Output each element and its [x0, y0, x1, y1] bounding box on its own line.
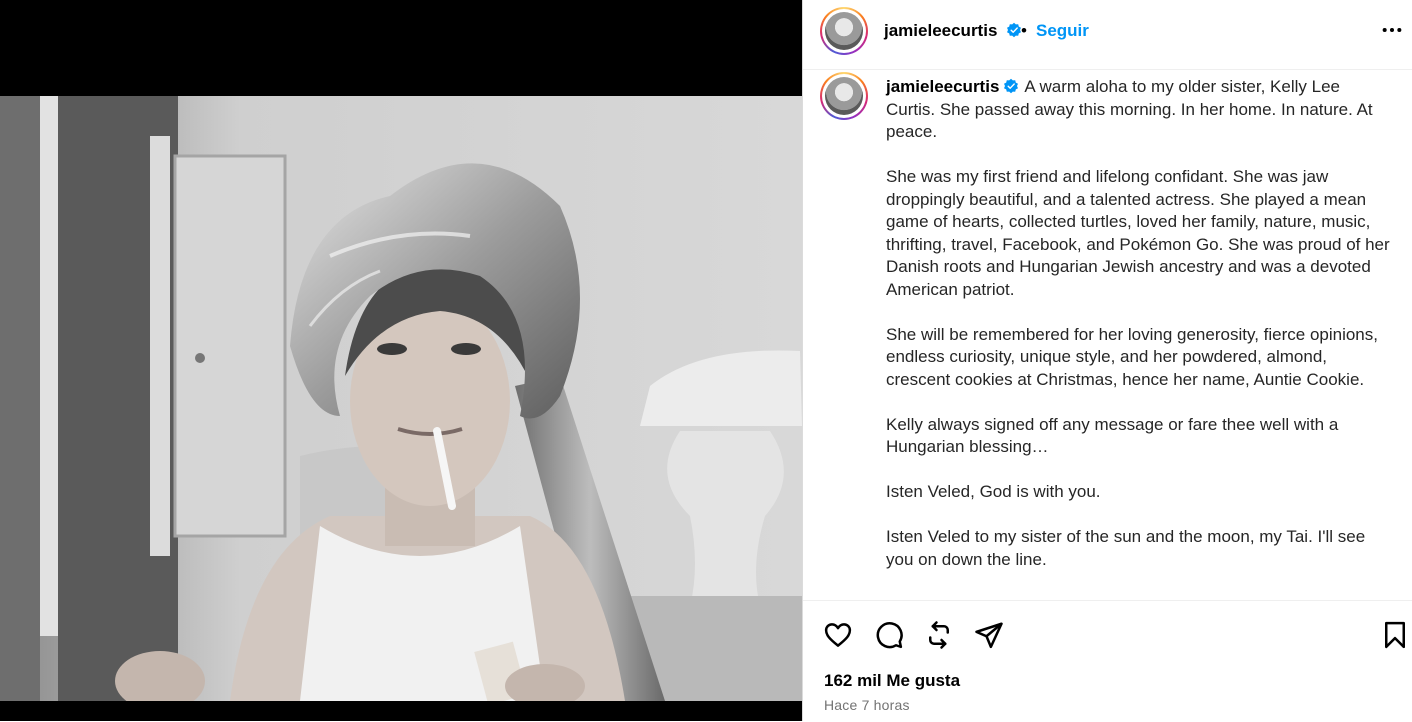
header-separator: •	[1021, 21, 1027, 40]
caption-paragraph: Isten Veled to my sister of the sun and …	[886, 527, 1366, 569]
post-media	[0, 0, 802, 721]
post-timestamp[interactable]: Hace 7 horas	[824, 697, 910, 713]
repost-button[interactable]	[924, 620, 954, 650]
avatar-photo	[825, 12, 863, 50]
comment-icon	[876, 622, 903, 649]
post-sidebar: jamieleecurtis • Seguir jamieleecurtis A…	[802, 0, 1412, 721]
caption-paragraph: She will be remembered for her loving ge…	[886, 324, 1378, 389]
post-caption: jamieleecurtis A warm aloha to my older …	[886, 76, 1391, 594]
share-button[interactable]	[974, 620, 1004, 650]
more-options-button[interactable]	[1381, 18, 1403, 42]
bookmark-icon	[1385, 621, 1405, 649]
like-button[interactable]	[823, 620, 853, 650]
photo-illustration	[0, 96, 802, 701]
post-actions: 162 mil Me gusta Hace 7 horas	[803, 600, 1412, 722]
verified-badge-icon	[1007, 22, 1022, 38]
post-header: jamieleecurtis • Seguir	[803, 0, 1412, 70]
repost-icon	[929, 621, 949, 649]
author-username-text[interactable]: jamieleecurtis	[884, 21, 997, 40]
follow-button[interactable]: Seguir	[1036, 21, 1089, 41]
caption-paragraph: Isten Veled, God is with you.	[886, 482, 1101, 501]
caption-paragraph: She was my first friend and lifelong con…	[886, 167, 1390, 299]
caption-author-avatar[interactable]	[820, 72, 868, 120]
avatar-photo	[825, 77, 863, 115]
post-photo[interactable]	[0, 96, 802, 701]
save-button[interactable]	[1380, 620, 1410, 650]
caption-section: jamieleecurtis A warm aloha to my older …	[803, 70, 1412, 600]
caption-paragraph: jamieleecurtis A warm aloha to my older …	[886, 76, 1391, 144]
author-username[interactable]: jamieleecurtis	[884, 21, 1022, 41]
likes-count[interactable]: 162 mil Me gusta	[824, 671, 960, 691]
author-avatar[interactable]	[820, 7, 868, 55]
caption-paragraph: Kelly always signed off any message or f…	[886, 414, 1339, 457]
comment-button[interactable]	[874, 620, 904, 650]
caption-username[interactable]: jamieleecurtis	[886, 77, 999, 96]
heart-icon	[824, 623, 852, 647]
send-icon	[975, 622, 1003, 649]
more-options-icon	[1382, 27, 1402, 33]
verified-badge-icon	[1004, 78, 1019, 94]
